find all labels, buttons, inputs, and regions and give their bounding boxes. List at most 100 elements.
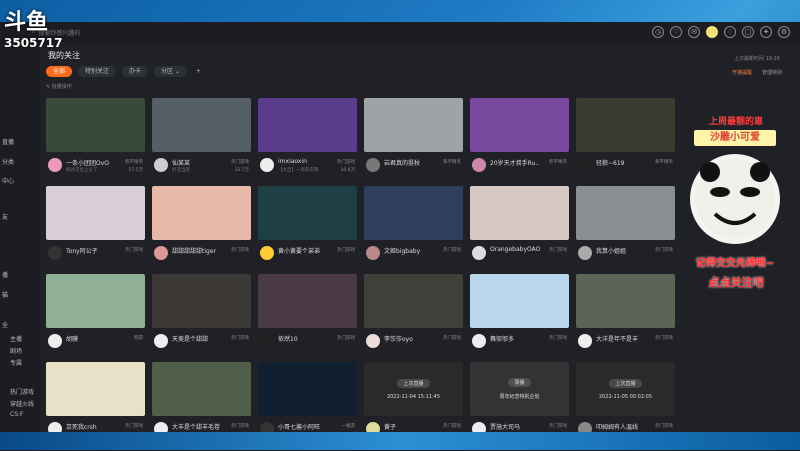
streamer-avatar[interactable] [48, 158, 62, 172]
streamer-name[interactable]: 京死我crsh [66, 422, 118, 431]
stream-thumbnail[interactable] [152, 186, 251, 240]
filter-all[interactable]: 全部 [46, 66, 72, 77]
stream-thumbnail[interactable] [258, 362, 357, 416]
streamer-name[interactable]: 黄小黄要个弟弟 [278, 246, 330, 255]
stream-thumbnail[interactable]: 上次直播2022-11-05 00:02:05 [576, 362, 675, 416]
stream-thumbnail[interactable] [576, 98, 675, 152]
stream-card[interactable]: 甜甜甜甜甜tiger热门游戏 [152, 186, 251, 274]
stream-thumbnail[interactable] [258, 274, 357, 328]
stream-thumbnail[interactable] [470, 186, 569, 240]
sidebar-item[interactable]: 剧场 [10, 346, 22, 355]
stream-card[interactable]: 黄小黄要个弟弟热门游戏 [258, 186, 357, 274]
stream-card[interactable]: 胡膜网游 [46, 274, 145, 362]
stream-card[interactable]: 李莎莎oyo热门游戏 [364, 274, 463, 362]
streamer-name[interactable]: 依然10 [278, 334, 330, 343]
streamer-name[interactable]: 文姬bigbaby [384, 246, 436, 255]
streamer-avatar[interactable] [154, 334, 168, 348]
sidebar-item[interactable]: 专属 [10, 358, 22, 367]
sidebar-item[interactable]: 穿越火线 [10, 399, 34, 408]
streamer-avatar[interactable] [154, 246, 168, 260]
streamer-name[interactable]: 仙某某 [172, 158, 224, 167]
stream-card[interactable]: 我算小姐姐热门游戏 [576, 186, 675, 274]
stream-card[interactable]: 天美是个甜甜热门游戏 [152, 274, 251, 362]
stream-thumbnail[interactable] [364, 186, 463, 240]
sidebar-item[interactable]: 直播 [2, 137, 14, 146]
stream-card[interactable]: 岩君真的挺秋和平精英 [364, 98, 463, 186]
stream-thumbnail[interactable] [258, 98, 357, 152]
shirt-icon[interactable]: ♢ [724, 26, 736, 38]
sidebar-item[interactable]: CS:F [10, 411, 23, 418]
streamer-name[interactable]: 舞邬邬多 [490, 334, 542, 343]
streamer-name[interactable]: 小哥七酱小阿旺 [278, 422, 330, 431]
sidebar-item[interactable]: 中心 [2, 176, 14, 185]
stream-thumbnail[interactable] [46, 98, 145, 152]
streamer-avatar[interactable] [366, 334, 380, 348]
stream-thumbnail[interactable] [46, 362, 145, 416]
stream-thumbnail[interactable] [46, 274, 145, 328]
streamer-name[interactable]: 一条小团团OvO [66, 158, 118, 167]
stream-card[interactable]: 大洋是年不是羊热门游戏 [576, 274, 675, 362]
streamer-name[interactable]: 李莎莎oyo [384, 334, 436, 343]
streamer-avatar[interactable] [260, 246, 274, 260]
streamer-avatar[interactable] [472, 246, 486, 260]
streamer-avatar[interactable] [366, 158, 380, 172]
streamer-name[interactable]: 胡膜 [66, 334, 118, 343]
streamer-name[interactable]: OrangebabyOAO [490, 246, 542, 253]
streamer-name[interactable]: 20岁天才叔手Ru.. [490, 158, 542, 167]
stream-card[interactable]: 轻狼~619和平精英 [576, 98, 675, 186]
streamer-name[interactable]: 大洋是年不是羊 [596, 334, 648, 343]
streamer-name[interactable]: 岩君真的挺秋 [384, 158, 436, 167]
streamer-avatar[interactable] [366, 246, 380, 260]
open-live-reminder[interactable]: 开播提醒 [732, 69, 752, 76]
settings-icon[interactable]: ⚙ [778, 26, 790, 38]
box-icon[interactable]: ▢ [742, 26, 754, 38]
streamer-avatar[interactable] [260, 158, 274, 172]
stream-card[interactable]: Tony阿公子热门游戏 [46, 186, 145, 274]
sidebar-item[interactable]: 分类 [2, 157, 14, 166]
stream-thumbnail[interactable] [576, 274, 675, 328]
streamer-avatar[interactable] [48, 334, 62, 348]
streamer-name[interactable]: 轻狼~619 [596, 158, 648, 167]
stream-card[interactable]: imxiaoxin热门游戏【大吉】一周年庆典10.6万 [258, 98, 357, 186]
sidebar-item[interactable]: 热门游戏 [10, 387, 34, 396]
stream-thumbnail[interactable] [470, 98, 569, 152]
gift-icon[interactable]: ✦ [760, 26, 772, 38]
user-avatar[interactable] [706, 26, 718, 38]
add-filter-button[interactable]: + [193, 66, 204, 77]
streamer-name[interactable]: 大羊是个甜羊毛卷 [172, 422, 224, 431]
heart-icon[interactable]: ♡ [670, 26, 682, 38]
stream-card[interactable]: 舞邬邬多热门游戏 [470, 274, 569, 362]
streamer-avatar[interactable] [48, 246, 62, 260]
stream-thumbnail[interactable] [46, 186, 145, 240]
sidebar-item[interactable]: 猫 [2, 290, 8, 299]
stream-thumbnail[interactable] [576, 186, 675, 240]
stream-card[interactable]: 依然10热门游戏 [258, 274, 357, 362]
batch-operations[interactable]: ✎ 批量操作 [46, 83, 72, 90]
streamer-avatar[interactable] [578, 158, 592, 172]
sidebar-item[interactable]: 友 [2, 212, 8, 221]
streamer-name[interactable]: 甜甜甜甜甜tiger [172, 246, 224, 255]
stream-card[interactable]: 仙某某热门游戏好活当赏33.7万 [152, 98, 251, 186]
stream-thumbnail[interactable] [152, 274, 251, 328]
stream-card[interactable]: 一条小团团OvO和平精英峡谷走位上分了57.5万 [46, 98, 145, 186]
streamer-name[interactable]: Tony阿公子 [66, 246, 118, 255]
stream-thumbnail[interactable]: 录播周年纪念特别企划 [470, 362, 569, 416]
stream-thumbnail[interactable] [364, 274, 463, 328]
streamer-avatar[interactable] [578, 246, 592, 260]
manage-special[interactable]: 管理特别 [762, 69, 782, 76]
streamer-avatar[interactable] [578, 334, 592, 348]
stream-thumbnail[interactable]: 上次直播2022-11-04 15:11:45 [364, 362, 463, 416]
stream-card[interactable]: 20岁天才叔手Ru..和平精英 [470, 98, 569, 186]
streamer-avatar[interactable] [472, 158, 486, 172]
streamer-name[interactable]: 天美是个甜甜 [172, 334, 224, 343]
stream-thumbnail[interactable] [470, 274, 569, 328]
filter-category[interactable]: 分区 ⌄ [154, 66, 187, 77]
stream-thumbnail[interactable] [364, 98, 463, 152]
sidebar-item[interactable]: 播 [2, 270, 8, 279]
streamer-name[interactable]: imxiaoxin [278, 158, 330, 165]
message-icon[interactable]: ✉ [688, 26, 700, 38]
history-icon[interactable]: ◷ [652, 26, 664, 38]
stream-thumbnail[interactable] [258, 186, 357, 240]
stream-card[interactable]: 文姬bigbaby热门游戏 [364, 186, 463, 274]
filter-special[interactable]: 特别关注 [78, 66, 116, 77]
